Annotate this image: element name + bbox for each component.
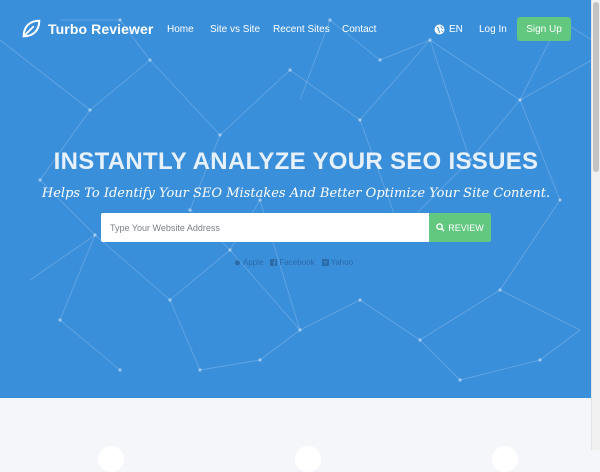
facebook-icon: [270, 259, 278, 266]
review-button-label: REVIEW: [448, 222, 484, 233]
hero-headline: INSTANTLY ANALYZE YOUR SEO ISSUES: [53, 148, 539, 175]
language-selector[interactable]: EN: [434, 24, 463, 35]
website-search-form: REVIEW: [101, 213, 491, 242]
brand-name: Turbo Reviewer: [48, 21, 154, 37]
website-address-input[interactable]: [101, 213, 429, 242]
brand-logo[interactable]: Turbo Reviewer: [20, 18, 153, 40]
signup-button[interactable]: Sign Up: [517, 17, 571, 41]
hero-subheadline: Helps To Identify Your SEO Mistakes And …: [41, 186, 551, 201]
top-navbar: Turbo Reviewer Home Site vs Site Recent …: [0, 0, 592, 60]
extension-label-facebook: Facebook: [279, 258, 315, 267]
apple-icon: [235, 259, 240, 266]
leaf-logo-icon: [22, 19, 41, 38]
features-section: [0, 398, 592, 450]
globe-icon: [434, 24, 445, 35]
login-link[interactable]: Log In: [479, 24, 507, 35]
nav-link-site-vs-site[interactable]: Site vs Site: [210, 24, 260, 35]
nav-link-recent-sites[interactable]: Recent Sites: [273, 24, 330, 35]
extension-label-apple: Apple: [243, 258, 264, 267]
extension-links: Apple Facebook Yahoo: [234, 258, 353, 267]
extension-link-yahoo[interactable]: Yahoo: [321, 258, 354, 267]
hero-section: Turbo Reviewer Home Site vs Site Recent …: [0, 0, 592, 398]
search-icon: [436, 223, 445, 232]
scrollbar-thumb[interactable]: [593, 2, 599, 172]
nav-link-contact[interactable]: Contact: [342, 24, 376, 35]
yahoo-icon: [321, 259, 329, 266]
language-label: EN: [449, 24, 463, 35]
extension-link-apple[interactable]: Apple: [234, 258, 263, 267]
page-scrollbar[interactable]: [591, 0, 600, 450]
review-button[interactable]: REVIEW: [429, 213, 491, 242]
extension-link-facebook[interactable]: Facebook: [270, 258, 315, 267]
nav-link-home[interactable]: Home: [167, 24, 194, 35]
extension-label-yahoo: Yahoo: [330, 258, 354, 267]
